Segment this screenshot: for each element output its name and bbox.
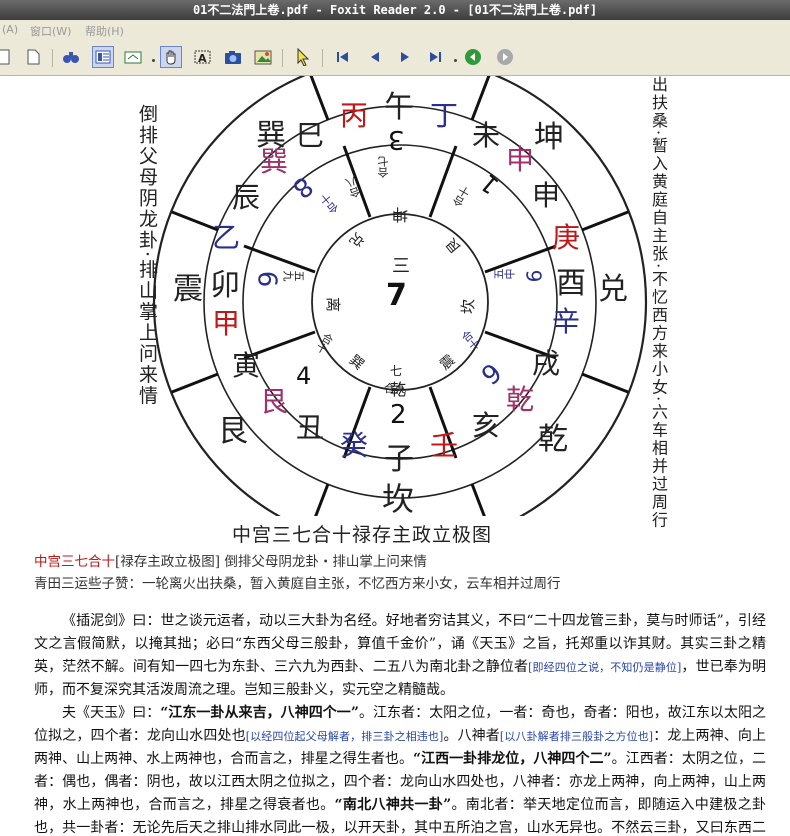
diagram-inner-number-top: 3 [388, 124, 405, 154]
p2-note-2: [以八卦解者排三般卦之方位也] [499, 730, 654, 743]
dropdown-dot [454, 59, 457, 62]
subcaption-rest: [禄存主政立极图] 倒排父母阴龙卦・排山掌上问来情 [115, 554, 427, 570]
menu-item-a[interactable]: (A) [2, 23, 18, 36]
window-title-bar: 01不二法門上卷.pdf - Foxit Reader 2.0 - [01不二法… [0, 0, 790, 20]
menu-bar: (A) 窗口(W) 帮助(H) [0, 20, 790, 41]
diagram-note-bottom-a: 七 [390, 364, 403, 378]
svg-text:A: A [198, 52, 207, 65]
dropdown-dot [152, 59, 155, 62]
diagram-branch-you: 酉 [556, 266, 586, 301]
document-view[interactable]: 倒排父母阴龙卦·排山掌上问来情 出扶桑·暂入黄庭自主张·不忆西方来小女·六车相并… [0, 76, 790, 836]
p2-text-d: 。八神者 [443, 728, 500, 744]
last-page-icon[interactable] [424, 46, 446, 68]
diagram-stem-xun: 巽 [260, 145, 289, 178]
diagram-note-e: 五中 [493, 268, 515, 281]
open-icon[interactable] [0, 46, 14, 68]
p2-note-1: [以经四位起父母解者，排三卦之相违也] [245, 730, 444, 743]
p2-bold-3: “南北八神共一卦” [334, 797, 452, 813]
toolbar-separator [282, 49, 283, 67]
diagram-stem-shen: 申 [506, 143, 535, 176]
hand-tool-icon[interactable] [160, 46, 182, 68]
previous-page-icon[interactable] [364, 46, 386, 68]
diagram-inner-number-bottom: 2 [390, 400, 407, 430]
diagram-branch-chou: 丑 [296, 411, 325, 444]
subcaption-line-1: 中宫三七合十[禄存主政立极图] 倒排父母阴龙卦・排山掌上问来情 [34, 550, 427, 570]
go-back-icon[interactable] [462, 46, 484, 68]
diagram-outer-trigram-qian: 乾 [538, 422, 568, 457]
diagram-stem-jia: 甲 [212, 307, 241, 340]
first-page-icon[interactable] [332, 46, 354, 68]
diagram-stem-gui: 癸 [340, 429, 369, 462]
diagram-outer-trigram-dui: 兑 [598, 272, 628, 307]
diagram-stem-xin: 辛 [552, 305, 581, 338]
image-tool-icon[interactable] [252, 46, 274, 68]
diagram-stem-geng: 庚 [552, 221, 581, 254]
snapshot-camera-icon[interactable] [222, 46, 244, 68]
diagram-inner-trigram-kun: 坤 [392, 205, 409, 224]
diagram-branch-hai: 亥 [472, 409, 501, 442]
fit-width-icon[interactable] [122, 46, 144, 68]
diagram-inner-number-sw: 4 [296, 362, 312, 390]
diagram-outer-trigram-kan: 坎 [382, 480, 415, 518]
window-title: 01不二法門上卷.pdf - Foxit Reader 2.0 - [01不二法… [192, 3, 598, 17]
diagram-stem-qian: 乾 [506, 383, 535, 416]
body-paragraph-2: 夫《天玉》曰：“江东一卦从来吉，八神四个一”。江东者：太阳之位，一者：奇也，奇者… [34, 702, 766, 836]
diagram-inner-number-w: 6 [251, 270, 282, 288]
diagram-note-top: 合七 [377, 156, 390, 178]
page-icon[interactable] [22, 46, 44, 68]
toolbar-separator [52, 49, 53, 67]
diagram-stem-gen: 艮 [260, 385, 289, 418]
toolbar: A [0, 41, 790, 76]
subcaption-red: 中宫三七合十 [34, 554, 115, 570]
p2-bold-1: “江东一卦从来吉，八神四个一” [160, 705, 359, 721]
menu-item-window[interactable]: 窗口(W) [30, 23, 71, 39]
body-paragraph-1: 《插泥剑》曰：世之谈元运者，动以三大卦为名经。好地者穷诘其义，不曰“二十四龙管三… [34, 610, 766, 702]
diagram-branch-wu: 午 [384, 90, 414, 125]
diagram-branch-yin: 寅 [232, 349, 261, 382]
diagram-caption: 中宫三七合十禄存主政立极图 [232, 524, 493, 546]
menu-item-help[interactable]: 帮助(H) [85, 23, 124, 39]
diagram-branch-mao: 卯 [210, 268, 240, 303]
diagram-inner-trigram-li: 离 [324, 296, 343, 313]
diagram-outer-trigram-gen: 艮 [218, 414, 248, 449]
next-page-icon[interactable] [394, 46, 416, 68]
diagram-inner-number-e: 6 [522, 269, 547, 283]
p2-text-a: 夫《天玉》曰： [62, 705, 161, 721]
diagram-center-top: 三 [392, 256, 410, 277]
diagram-center-number: 7 [386, 278, 407, 313]
diagram-stem-bing: 丙 [340, 99, 369, 132]
diagram-stem-yi: 乙 [212, 221, 241, 254]
diagram-branch-shen: 申 [532, 179, 561, 212]
diagram-branch-chen: 辰 [232, 181, 261, 214]
diagram-branch-si: 巳 [296, 119, 325, 152]
diagram-inner-trigram-kan: 坎 [459, 298, 478, 315]
select-arrow-icon[interactable] [292, 46, 314, 68]
diagram-note-w: 五九 [283, 269, 305, 282]
diagram-stem-ding: 丁 [430, 99, 459, 132]
diagram-outer-trigram-kun: 坤 [534, 120, 564, 155]
p1-note: [即经四位之说，不知仍是静位] [528, 661, 682, 674]
subcaption-line-2: 青田三运些子赞：一轮离火出扶桑，暂入黄庭自主张，不忆西方来小女，云车相并过周行 [34, 576, 561, 592]
text-select-icon[interactable]: A [192, 46, 214, 68]
find-binoculars-icon[interactable] [60, 46, 82, 68]
diagram-note-bottom-b: 合九 [384, 382, 406, 395]
toolbar-separator [322, 49, 323, 67]
go-forward-icon[interactable] [494, 46, 516, 68]
diagram-branch-xu: 戌 [532, 347, 561, 380]
diagram-stem-ren: 壬 [430, 429, 459, 462]
diagram-outer-trigram-zhen: 震 [173, 272, 203, 307]
diagram-branch-zi: 子 [384, 442, 414, 477]
p2-bold-2: “江西一卦排龙位，八神四个二” [412, 751, 612, 767]
diagram-branch-wei: 未 [472, 119, 501, 152]
bookmarks-panel-icon[interactable] [92, 46, 114, 68]
